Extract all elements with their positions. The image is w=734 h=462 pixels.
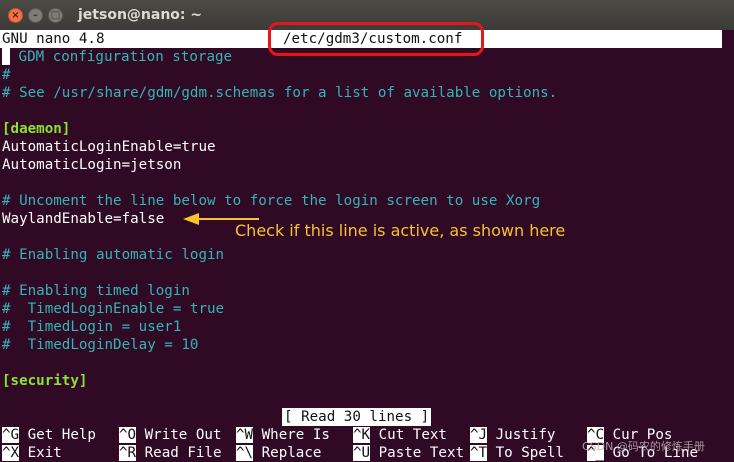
shortcut-label: To Spell <box>487 445 564 461</box>
shortcut-key: ^\ <box>236 445 254 461</box>
shortcut-key: ^O <box>119 427 137 443</box>
shortcut-label: Cut Text <box>370 427 447 443</box>
shortcut-label: Get Help <box>19 427 96 443</box>
file-line[interactable]: # Enabling timed login <box>2 282 190 300</box>
status-bar: [ Read 30 lines ] <box>282 408 432 426</box>
terminal-window: × – □ jetson@nano: ~ GNU nano 4.8 /etc/g… <box>0 0 734 462</box>
nano-version: GNU nano 4.8 <box>2 31 105 47</box>
shortcut-label: Read File <box>136 445 222 461</box>
shortcut-key: ^X <box>2 445 20 461</box>
file-line[interactable] <box>2 48 10 66</box>
file-line[interactable]: AutomaticLoginEnable=true <box>2 138 216 156</box>
shortcut-item[interactable]: ^R Read File <box>119 444 222 462</box>
shortcut-label: Justify <box>487 427 556 443</box>
shortcut-key: ^T <box>470 445 488 461</box>
section-daemon[interactable]: [daemon] <box>2 120 70 138</box>
file-line[interactable]: # TimedLogin = user1 <box>2 318 181 336</box>
file-line[interactable]: AutomaticLogin=jetson <box>2 156 181 174</box>
file-line[interactable]: # <box>2 66 11 84</box>
shortcut-item[interactable]: ^\ Replace <box>236 444 321 462</box>
file-line-text[interactable]: GDM configuration storage <box>10 48 233 66</box>
file-line[interactable]: # TimedLoginEnable = true <box>2 300 224 318</box>
shortcut-key: ^W <box>236 427 254 443</box>
shortcut-item[interactable]: ^J Justify <box>470 426 555 444</box>
file-line[interactable]: # TimedLoginDelay = 10 <box>2 336 198 354</box>
shortcut-item[interactable]: ^U Paste Text <box>353 444 464 462</box>
shortcut-label: Paste Text <box>370 445 465 461</box>
shortcut-item[interactable]: ^K Cut Text <box>353 426 447 444</box>
shortcut-item[interactable]: ^O Write Out <box>119 426 222 444</box>
shortcut-label: Where Is <box>253 427 330 443</box>
shortcut-item[interactable]: ^W Where Is <box>236 426 330 444</box>
file-line[interactable]: # Uncoment the line below to force the l… <box>2 192 540 210</box>
shortcut-label: Exit <box>19 445 62 461</box>
text-cursor <box>2 48 10 65</box>
minimize-icon[interactable]: – <box>28 8 43 23</box>
shortcut-key: ^K <box>353 427 371 443</box>
watermark: CSDN @码农的修炼手册 <box>582 440 705 453</box>
filename-highlight <box>268 22 484 56</box>
nano-editor[interactable]: GNU nano 4.8 /etc/gdm3/custom.conf GDM c… <box>0 30 734 462</box>
shortcut-item[interactable]: ^T To Spell <box>470 444 564 462</box>
file-line[interactable]: # See /usr/share/gdm/gdm.schemas for a l… <box>2 84 557 102</box>
shortcut-key: ^G <box>2 427 20 443</box>
file-line[interactable]: # Enabling automatic login <box>2 246 224 264</box>
annotation-note: Check if this line is active, as shown h… <box>235 221 566 240</box>
shortcut-label: Write Out <box>136 427 222 443</box>
shortcut-label: Replace <box>253 445 322 461</box>
section-security[interactable]: [security] <box>2 372 87 390</box>
window-title: jetson@nano: ~ <box>78 7 203 23</box>
shortcut-item[interactable]: ^X Exit <box>2 444 62 462</box>
shortcut-key: ^U <box>353 445 371 461</box>
close-icon[interactable]: × <box>8 8 23 23</box>
shortcut-key: ^J <box>470 427 488 443</box>
wayland-line[interactable]: WaylandEnable=false <box>2 210 164 228</box>
shortcut-item[interactable]: ^G Get Help <box>2 426 96 444</box>
shortcut-key: ^R <box>119 445 137 461</box>
maximize-icon[interactable]: □ <box>48 8 63 23</box>
